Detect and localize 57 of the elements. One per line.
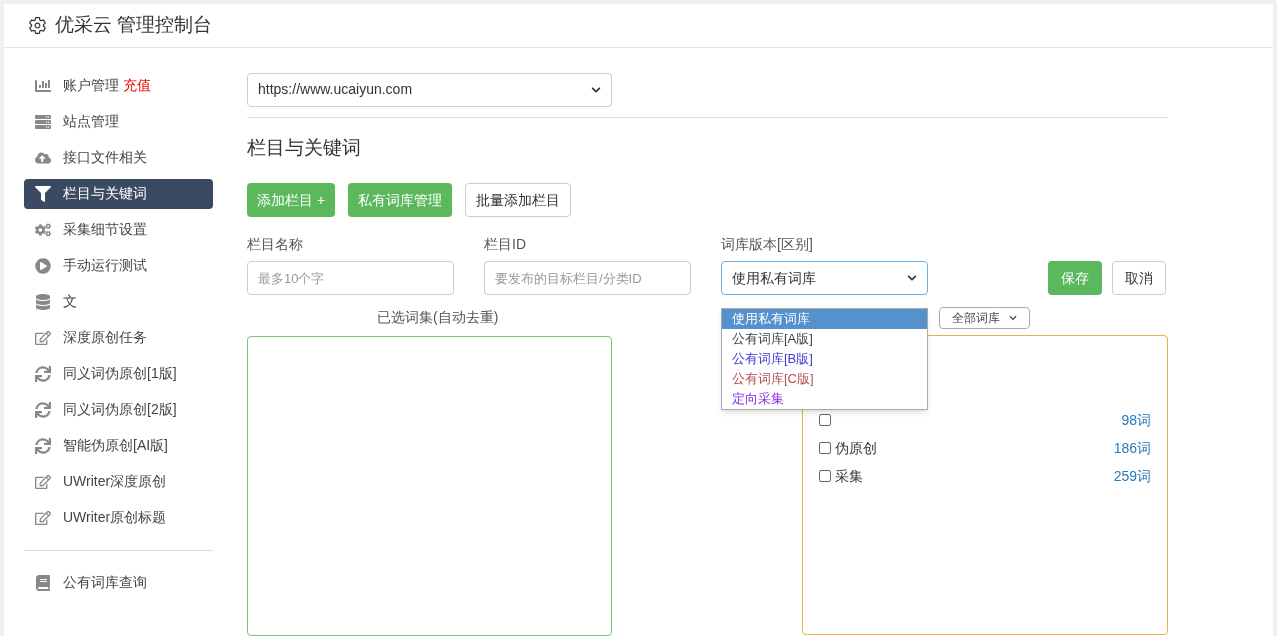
settings-icon (28, 15, 47, 35)
sidebar-item[interactable]: 同义词伪原创[2版] (24, 394, 213, 425)
section-title: 栏目与关键词 (247, 135, 362, 160)
dropdown-option[interactable]: 公有词库[A版] (722, 329, 927, 349)
word-set-label: 采集 (835, 466, 863, 486)
word-set-label: 伪原创 (835, 438, 877, 458)
sidebar-item[interactable]: UWriter深度原创 (24, 466, 213, 497)
gears-icon (35, 221, 51, 238)
edit-icon (35, 509, 51, 526)
field-label: 栏目名称 (247, 235, 304, 254)
book-icon (35, 574, 51, 591)
sidebar-item[interactable]: 账户管理 充值 (24, 70, 213, 101)
sidebar-item[interactable]: 采集细节设置 (24, 214, 213, 245)
cloud-upload-icon (35, 149, 51, 166)
chevron-icon (591, 84, 601, 95)
word-count: 98词 (1121, 410, 1151, 430)
app-title: 优采云 管理控制台 (55, 13, 213, 37)
word-count: 186词 (1113, 438, 1151, 458)
play-icon (35, 257, 51, 274)
sidebar-item[interactable]: UWriter原创标题 (24, 502, 213, 533)
toolbar-button[interactable]: 批量添加栏目 (465, 183, 572, 217)
sidebar-item[interactable]: 智能伪原创[AI版] (24, 430, 213, 461)
filter-icon (35, 185, 51, 202)
site-select[interactable]: https://www.ucaiyun.com (247, 72, 612, 107)
chevron-icon (1009, 314, 1017, 322)
field-label: 已选词集(自动去重) (377, 308, 500, 327)
sidebar-item[interactable]: 接口文件相关 (24, 142, 213, 173)
refresh-icon (35, 401, 51, 418)
edit-icon (35, 329, 51, 346)
refresh-icon (35, 365, 51, 382)
bar-chart-icon (35, 77, 51, 94)
library-filter-select[interactable]: 全部词库 (939, 307, 1030, 329)
checkbox[interactable] (819, 470, 831, 482)
word-count: 259词 (1113, 466, 1151, 486)
server-icon (35, 113, 51, 130)
text-field[interactable]: 最多10个字 (247, 261, 454, 295)
sidebar-item[interactable]: 深度原创任务 (24, 322, 213, 353)
sidebar-item[interactable]: 站点管理 (24, 106, 213, 137)
dropdown-option[interactable]: 公有词库[B版] (722, 349, 927, 369)
database-icon (35, 293, 51, 310)
checkbox[interactable] (819, 442, 831, 454)
sidebar-item[interactable]: 文 (24, 286, 213, 317)
sidebar-item[interactable]: 同义词伪原创[1版] (24, 358, 213, 389)
field-label: 栏目ID (484, 235, 527, 254)
dropdown-option[interactable]: 定向采集 (722, 389, 927, 409)
checkbox[interactable] (819, 414, 831, 426)
edit-icon (35, 473, 51, 490)
sidebar-item[interactable]: 公有词库查询 (24, 567, 213, 598)
sidebar-item[interactable]: 手动运行测试 (24, 250, 213, 281)
refresh-icon (35, 437, 51, 454)
library-select[interactable]: 使用私有词库 (721, 261, 928, 295)
sidebar-item[interactable]: 栏目与关键词 (24, 178, 213, 209)
dropdown-option[interactable]: 公有词库[C版] (722, 369, 927, 389)
chevron-icon (907, 273, 917, 283)
text-field[interactable]: 要发布的目标栏目/分类ID (484, 261, 691, 295)
cancel-button[interactable]: 取消 (1112, 261, 1166, 295)
field-label: 词库版本[区别] (721, 235, 814, 254)
